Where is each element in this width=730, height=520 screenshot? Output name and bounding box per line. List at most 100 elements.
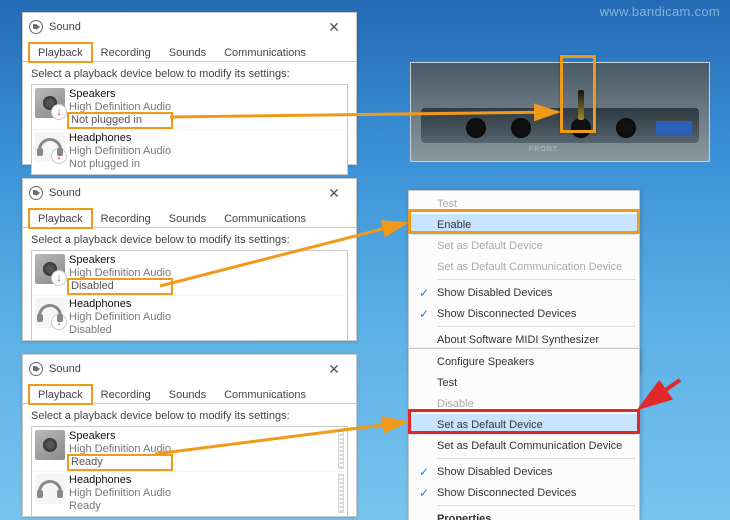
check-icon: ✓ — [417, 307, 431, 321]
menu-item-set-default[interactable]: Set as Default Device — [411, 414, 637, 435]
separator — [437, 326, 636, 327]
separator — [437, 505, 636, 506]
device-driver: High Definition Audio — [69, 267, 171, 280]
tabs: Playback Recording Sounds Communications — [23, 205, 356, 227]
device-driver: High Definition Audio — [69, 487, 171, 500]
separator — [437, 279, 636, 280]
check-icon: ✓ — [417, 286, 431, 300]
menu-item-enable[interactable]: Enable — [411, 214, 637, 235]
device-driver: High Definition Audio — [69, 443, 171, 456]
headphones-device-icon — [35, 474, 65, 504]
tab-communications[interactable]: Communications — [215, 385, 315, 404]
close-button[interactable]: ✕ — [318, 183, 350, 203]
device-name: Headphones — [69, 132, 171, 145]
close-button[interactable]: ✕ — [318, 359, 350, 379]
device-name: Speakers — [69, 254, 171, 267]
titlebar: Sound ✕ — [23, 179, 356, 205]
device-name: Speakers — [69, 88, 171, 101]
window-title: Sound — [49, 363, 318, 375]
instruction: Select a playback device below to modify… — [31, 234, 348, 246]
device-status: Not plugged in — [69, 158, 171, 171]
menu-item-set-default[interactable]: Set as Default Device — [411, 235, 637, 256]
instruction: Select a playback device below to modify… — [31, 68, 348, 80]
menu-item-midi[interactable]: About Software MIDI Synthesizer — [411, 329, 637, 350]
device-driver: High Definition Audio — [69, 311, 171, 324]
unplugged-icon: ↓ — [51, 104, 67, 120]
device-status: Disabled — [69, 324, 171, 337]
audio-port-photo: FRONT — [410, 62, 710, 162]
tab-playback[interactable]: Playback — [29, 385, 92, 404]
disabled-icon: ↓ — [51, 270, 67, 286]
menu-item-show-disabled[interactable]: ✓ Show Disabled Devices — [411, 282, 637, 303]
tabs: Playback Recording Sounds Communications — [23, 39, 356, 61]
menu-item-disable[interactable]: Disable — [411, 393, 637, 414]
tab-recording[interactable]: Recording — [92, 43, 160, 62]
sound-dialog-2: Sound ✕ Playback Recording Sounds Commun… — [22, 178, 357, 341]
device-item-speakers[interactable]: ↓ Speakers High Definition Audio Not plu… — [33, 86, 346, 129]
context-menu-1: Test Enable Set as Default Device Set as… — [408, 190, 640, 374]
device-item-headphones[interactable]: ↓ Headphones High Definition Audio Not p… — [33, 129, 346, 173]
level-meter — [338, 474, 344, 513]
tab-body: Select a playback device below to modify… — [23, 61, 356, 179]
device-name: Headphones — [69, 474, 171, 487]
red-arrow-icon — [640, 380, 680, 408]
port-icon — [466, 118, 486, 138]
tab-sounds[interactable]: Sounds — [160, 43, 215, 62]
menu-item-test[interactable]: Test — [411, 193, 637, 214]
usb-port-icon — [656, 121, 692, 135]
device-list: Speakers High Definition Audio Ready Hea… — [31, 426, 348, 517]
menu-item-label: Show Disabled Devices — [437, 287, 553, 299]
tab-recording[interactable]: Recording — [92, 209, 160, 228]
watermark: www.bandicam.com — [600, 4, 720, 19]
device-list: ↓ Speakers High Definition Audio Disable… — [31, 250, 348, 341]
device-status: Disabled — [69, 280, 171, 293]
tabs: Playback Recording Sounds Communications — [23, 381, 356, 403]
menu-item-label: Show Disconnected Devices — [437, 487, 576, 499]
level-meter — [338, 430, 344, 469]
device-item-headphones[interactable]: ↓ Headphones High Definition Audio Disab… — [33, 295, 346, 339]
tab-sounds[interactable]: Sounds — [160, 385, 215, 404]
device-list: ↓ Speakers High Definition Audio Not plu… — [31, 84, 348, 175]
titlebar: Sound ✕ — [23, 13, 356, 39]
tab-recording[interactable]: Recording — [92, 385, 160, 404]
speaker-icon — [29, 20, 43, 34]
device-item-speakers[interactable]: ↓ Speakers High Definition Audio Disable… — [33, 252, 346, 295]
separator — [437, 458, 636, 459]
menu-item-set-comm[interactable]: Set as Default Communication Device — [411, 256, 637, 277]
headphone-port-icon — [571, 118, 591, 138]
menu-item-set-comm[interactable]: Set as Default Communication Device — [411, 435, 637, 456]
tab-communications[interactable]: Communications — [215, 43, 315, 62]
sound-dialog-1: Sound ✕ Playback Recording Sounds Commun… — [22, 12, 357, 165]
tab-playback[interactable]: Playback — [29, 209, 92, 228]
speaker-icon — [29, 362, 43, 376]
menu-item-show-disconnected[interactable]: ✓ Show Disconnected Devices — [411, 482, 637, 503]
device-status: Ready — [69, 500, 171, 513]
device-name: Headphones — [69, 298, 171, 311]
menu-item-show-disabled[interactable]: ✓ Show Disabled Devices — [411, 461, 637, 482]
device-status: Ready — [69, 456, 171, 469]
tab-communications[interactable]: Communications — [215, 209, 315, 228]
window-title: Sound — [49, 187, 318, 199]
port-icon — [511, 118, 531, 138]
tab-playback[interactable]: Playback — [29, 43, 92, 62]
menu-item-label: Show Disabled Devices — [437, 466, 553, 478]
tab-sounds[interactable]: Sounds — [160, 209, 215, 228]
titlebar: Sound ✕ — [23, 355, 356, 381]
headphones-device-icon: ↓ — [35, 298, 65, 328]
check-icon: ✓ — [417, 465, 431, 479]
menu-item-test[interactable]: Test — [411, 372, 637, 393]
device-item-speakers[interactable]: Speakers High Definition Audio Ready — [33, 428, 346, 471]
menu-item-configure[interactable]: Configure Speakers — [411, 351, 637, 372]
port-icon — [616, 118, 636, 138]
close-button[interactable]: ✕ — [318, 17, 350, 37]
speaker-device-icon: ↓ — [35, 254, 65, 284]
menu-item-show-disconnected[interactable]: ✓ Show Disconnected Devices — [411, 303, 637, 324]
menu-item-properties[interactable]: Properties — [411, 508, 637, 520]
headphones-device-icon: ↓ — [35, 132, 65, 162]
check-icon: ✓ — [417, 486, 431, 500]
device-driver: High Definition Audio — [69, 145, 171, 158]
context-menu-2: Configure Speakers Test Disable Set as D… — [408, 348, 640, 520]
tab-body: Select a playback device below to modify… — [23, 227, 356, 345]
sound-dialog-3: Sound ✕ Playback Recording Sounds Commun… — [22, 354, 357, 517]
device-item-headphones[interactable]: Headphones High Definition Audio Ready — [33, 471, 346, 515]
